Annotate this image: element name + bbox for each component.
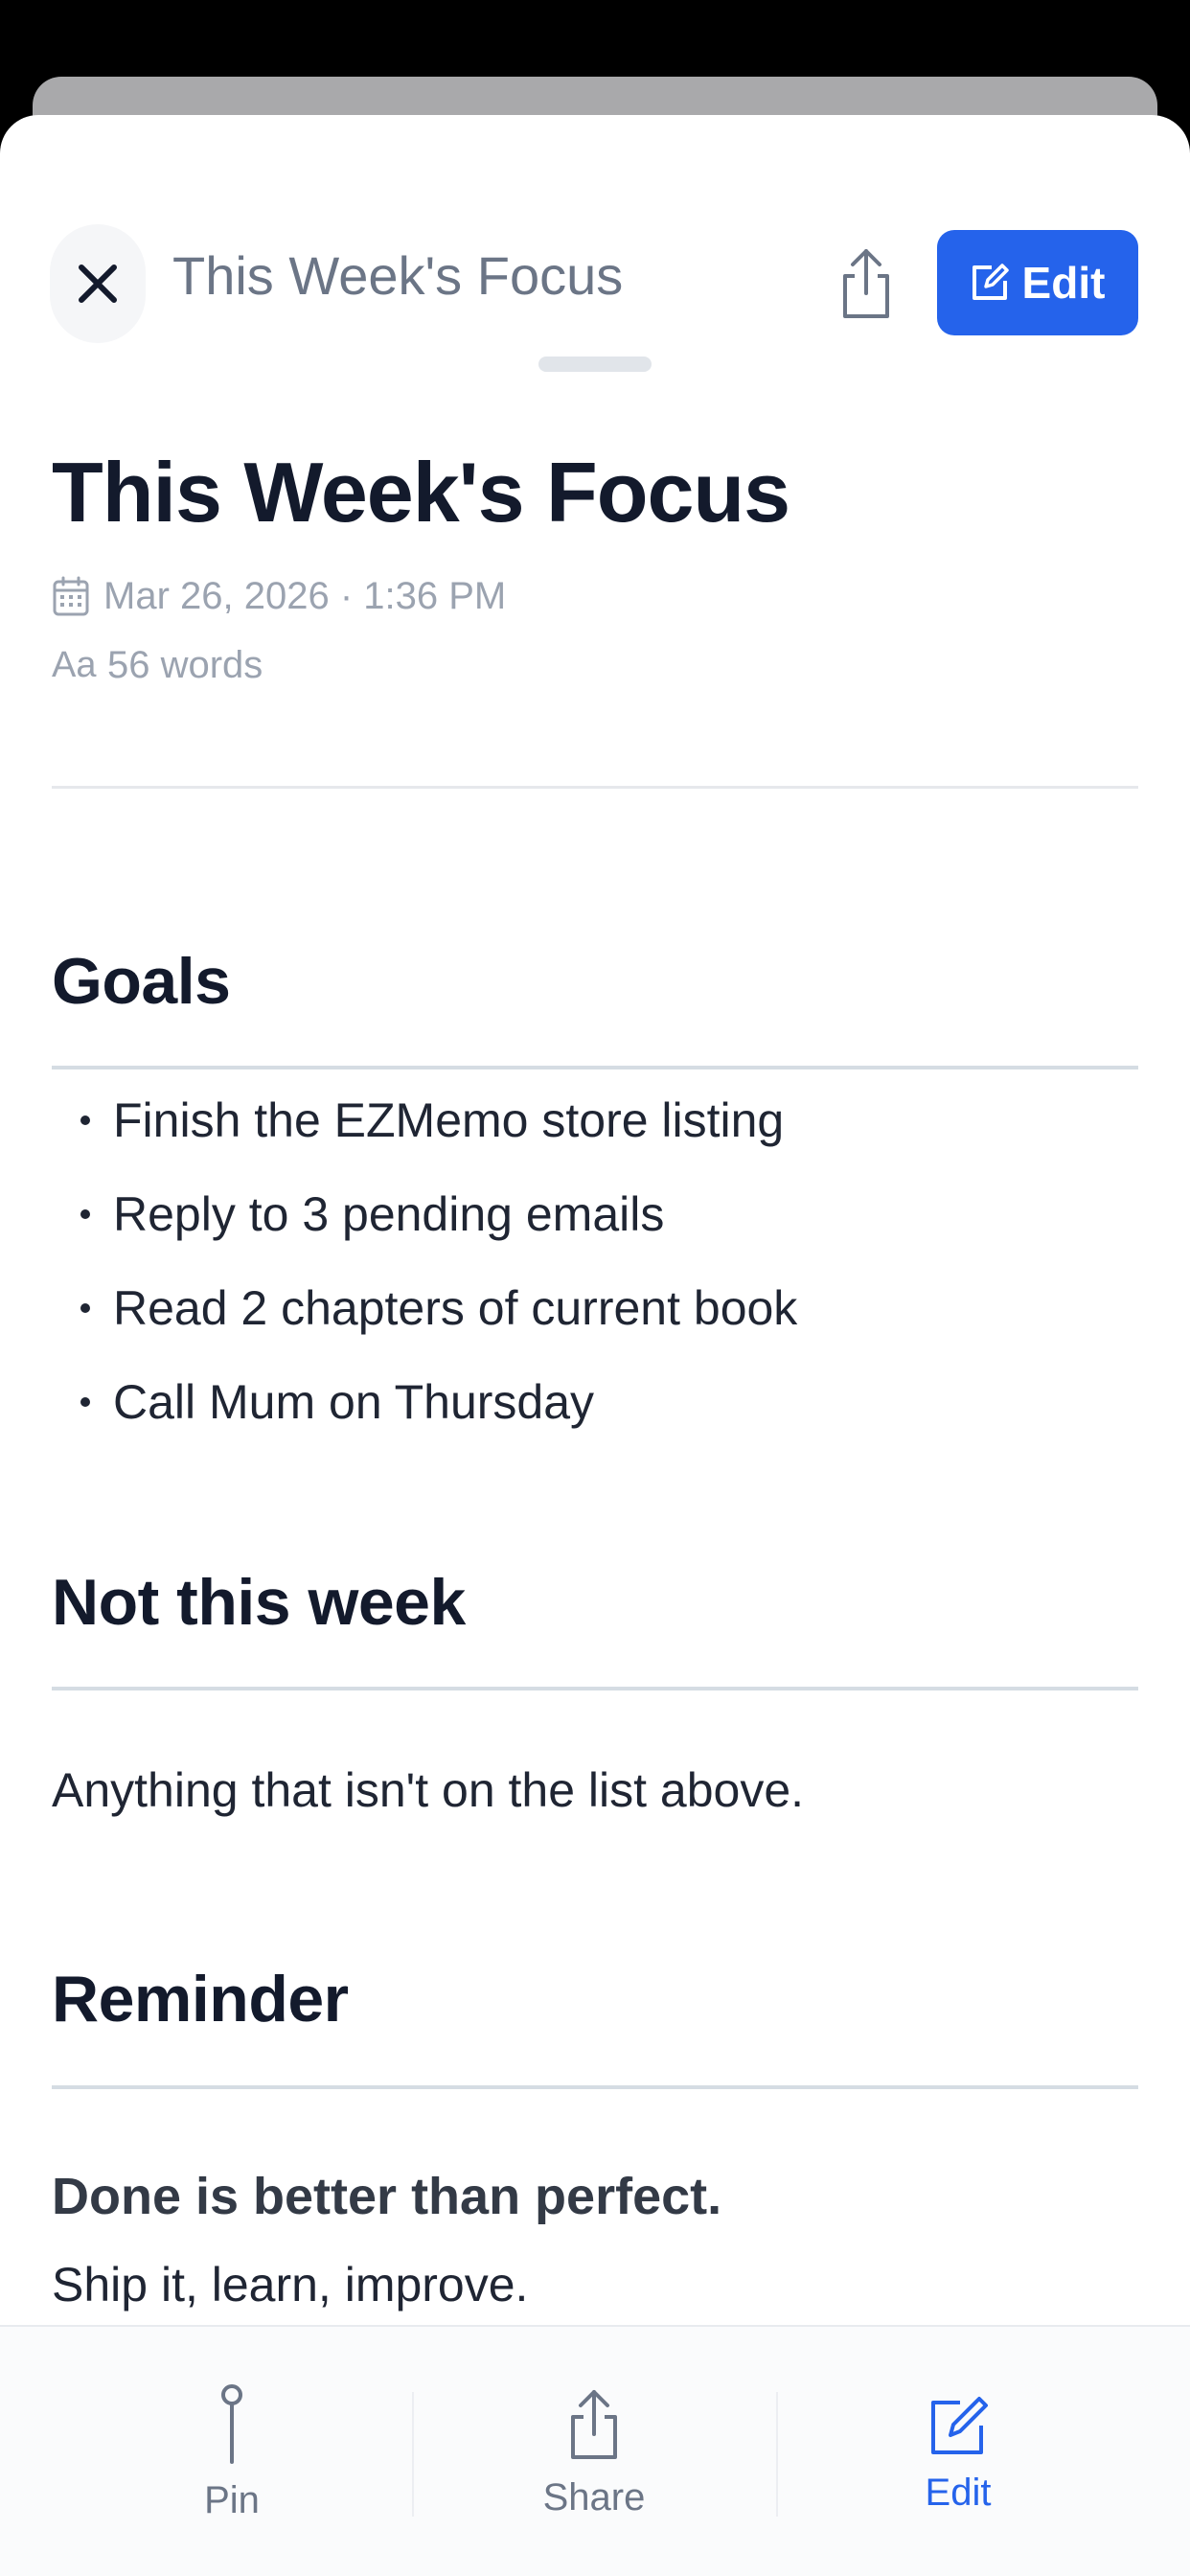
not-this-week-text: Anything that isn't on the list above.	[52, 1763, 805, 1817]
section-heading-reminder: Reminder	[52, 1963, 349, 2036]
note-date-row: Mar 26, 2026 · 1:36 PM	[52, 575, 506, 618]
close-button[interactable]	[50, 224, 146, 343]
edit-button[interactable]: Edit	[776, 2327, 1140, 2576]
header-title: This Week's Focus	[172, 245, 624, 306]
reminder-text: Ship it, learn, improve.	[52, 2258, 529, 2312]
edit-icon	[972, 264, 1009, 300]
section-rule	[52, 1066, 1138, 1070]
pin-icon	[221, 2383, 242, 2464]
meta-divider	[52, 786, 1138, 789]
edit-label: Edit	[925, 2471, 992, 2514]
share-label: Share	[542, 2475, 646, 2518]
sheet-grabber[interactable]	[538, 356, 652, 372]
note-sheet: This Week's Focus Edit This Week's Focus	[0, 115, 1190, 2576]
section-heading-not-this-week: Not this week	[52, 1566, 466, 1639]
sheet-header: This Week's Focus Edit	[0, 115, 1190, 374]
bottom-toolbar: Pin Share Edit	[0, 2325, 1190, 2576]
edit-button-top[interactable]: Edit	[937, 230, 1138, 335]
list-item: Finish the EZMemo store listing	[52, 1073, 797, 1167]
section-heading-goals: Goals	[52, 945, 231, 1018]
close-icon	[79, 264, 117, 303]
pin-button[interactable]: Pin	[50, 2327, 414, 2576]
note-word-count-row: Aa 56 words	[52, 644, 263, 687]
bullet-icon	[80, 1209, 90, 1219]
note-date: Mar 26, 2026 · 1:36 PM	[103, 575, 507, 617]
bullet-icon	[80, 1116, 90, 1125]
edit-icon	[931, 2396, 988, 2454]
bullet-icon	[80, 1397, 90, 1407]
share-button[interactable]: Share	[412, 2327, 776, 2576]
share-icon	[843, 249, 889, 318]
section-rule	[52, 2085, 1138, 2089]
share-icon	[571, 2389, 617, 2459]
reminder-bold-text: Done is better than perfect.	[52, 2168, 722, 2225]
list-item: Call Mum on Thursday	[52, 1355, 797, 1449]
share-button-top[interactable]	[835, 245, 897, 322]
edit-button-label: Edit	[1021, 258, 1106, 308]
text-size-icon: Aa	[52, 645, 97, 685]
calendar-icon	[53, 576, 89, 615]
list-item: Read 2 chapters of current book	[52, 1261, 797, 1355]
section-rule	[52, 1687, 1138, 1690]
list-item: Reply to 3 pending emails	[52, 1167, 797, 1261]
note-title: This Week's Focus	[52, 445, 790, 540]
goals-list: Finish the EZMemo store listing Reply to…	[52, 1073, 797, 1449]
bullet-icon	[80, 1303, 90, 1313]
note-word-count: 56 words	[107, 644, 263, 686]
pin-label: Pin	[204, 2478, 260, 2521]
